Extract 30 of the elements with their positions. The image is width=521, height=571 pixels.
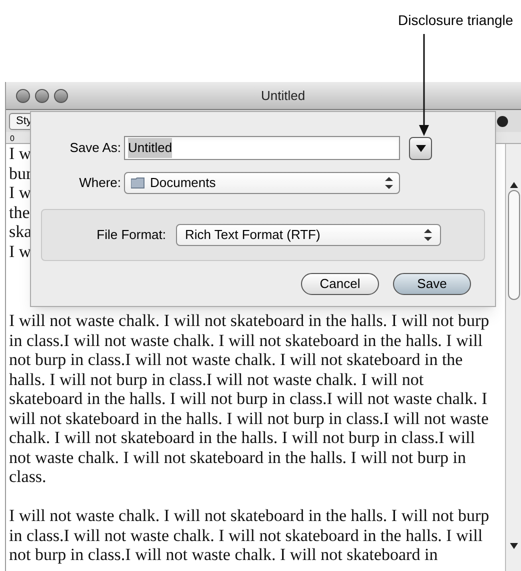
folder-icon: [131, 177, 145, 189]
where-label: Where:: [78, 174, 122, 192]
document-paragraph: I will not waste chalk. I will not skateboard in the halls. I will not burp in class.I will not waste chalk. I will not skateboard in the halls. I will not burp in class.I will not waste chalk. I will not skateboard in the halls. I will not burp in class.I will not waste chalk. I will not skateboard in the halls. I will not burp in class.I will not waste chalk. I will not skateboard in the halls. I will not burp in class.I will not waste chalk. I will not skateboard in the halls. I will not burp in class.I will not waste chalk. I will not skateboard in the halls. I will not burp in class.: [9, 311, 490, 486]
zoom-icon[interactable]: [54, 88, 68, 102]
stepper-arrows-icon: [424, 229, 432, 241]
save-as-label: Save As:: [68, 139, 122, 158]
callout-label: Disclosure triangle: [398, 11, 514, 30]
minimize-icon[interactable]: [35, 88, 49, 102]
close-icon[interactable]: [16, 88, 30, 102]
scrollbar[interactable]: [505, 144, 521, 571]
file-format-label: File Format:: [96, 226, 167, 244]
document-text-line: I w: [9, 144, 32, 164]
document-text-line: bur: [9, 164, 32, 183]
document-paragraph: I will not waste chalk. I will not skateboard in the halls. I will not burp in class.I will not waste chalk. I will not skateboard in the halls. I will not burp in class.I will not waste chalk. I will not skateboard in: [9, 506, 490, 564]
disclosure-button[interactable]: [409, 136, 432, 160]
window-title: Untitled: [261, 86, 306, 105]
stepper-arrows-icon: [385, 177, 393, 189]
down-triangle-icon: [416, 144, 426, 152]
scroll-down-icon[interactable]: [510, 543, 518, 549]
toolbar-toggle-icon[interactable]: [497, 116, 508, 126]
where-popup[interactable]: Documents: [124, 172, 400, 194]
sheet-button[interactable]: Cancel: [301, 273, 379, 295]
scroll-thumb[interactable]: [508, 190, 520, 300]
file-format-popup[interactable]: Rich Text Format (RTF): [176, 224, 441, 246]
ruler-zero-label: 0: [10, 135, 14, 143]
document-text-line: I w: [9, 242, 32, 261]
document-text-line: the: [9, 202, 30, 222]
document-text-line: I w: [9, 183, 32, 202]
sheet-button[interactable]: Save: [393, 273, 471, 295]
save-as-field[interactable]: Untitled: [124, 136, 400, 160]
